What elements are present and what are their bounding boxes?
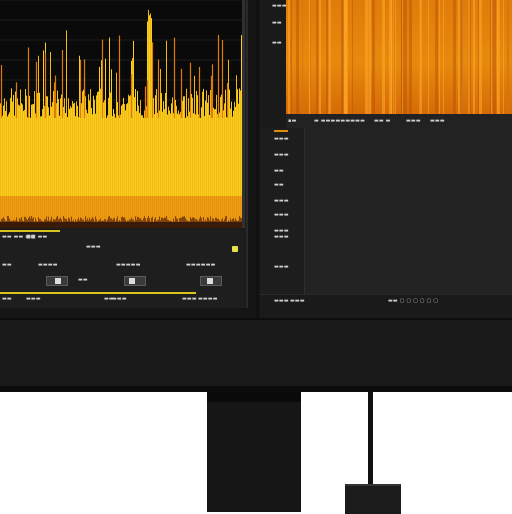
monitor-stand	[207, 392, 301, 512]
pane-divider[interactable]	[256, 0, 259, 318]
spectrogram-streak	[319, 0, 321, 114]
spectrogram-streak	[479, 0, 482, 114]
side-item-top1[interactable]: ▬▬▬	[272, 3, 287, 9]
ctl-row1-b: ■■ ▬▬	[26, 234, 48, 240]
list-item-8[interactable]: ▬▬▬	[274, 234, 289, 240]
list-accent	[274, 130, 288, 132]
spectrogram-streak	[296, 0, 299, 114]
spectrogram-streak	[394, 0, 395, 114]
knob-1[interactable]	[46, 276, 68, 286]
progress-line	[0, 292, 196, 294]
spectrogram-streak	[302, 0, 303, 114]
list-item-3[interactable]: ▬▬	[274, 168, 284, 174]
spectrogram-toolbar: ▪▬ ▬ ▬▬▬▬▬▬▬▬▬ ▬▬ ▬ ▬▬▬ ▬▬▬	[286, 114, 512, 128]
knob-3[interactable]	[200, 276, 222, 286]
status-bar: ▬▬▬ ▬▬▬ ▬▬ ▢ ▢ ▢ ▢ ▢ ▢	[260, 294, 512, 309]
waveform-graph	[0, 0, 242, 228]
list-item-2[interactable]: ▬▬▬	[274, 152, 289, 158]
spectrogram-streak	[409, 0, 412, 114]
spectrogram-streak	[368, 0, 371, 114]
spectrogram-panel: ▬▬▬ ▬▬ ▬▬ ▪▬ ▬ ▬▬▬▬▬▬▬▬▬ ▬▬ ▬ ▬▬▬ ▬▬▬ ▬▬…	[260, 0, 512, 318]
waveform-controls: ▬▬ ▬▬ ▬▬ ■■ ▬▬ ▬▬▬ ▬▬ ▬▬▬▬ ▬▬▬▬▬ ▬▬▬▬▬▬ …	[0, 230, 244, 308]
monitor: ▬▬ ▬▬ ▬▬ ■■ ▬▬ ▬▬▬ ▬▬ ▬▬▬▬ ▬▬▬▬▬ ▬▬▬▬▬▬ …	[0, 0, 512, 392]
spectrogram-streak	[493, 0, 496, 114]
side-item-top3[interactable]: ▬▬	[272, 40, 282, 46]
spectrogram-streak	[382, 0, 385, 114]
tb-a[interactable]: ▪▬	[288, 118, 297, 124]
list-item-9[interactable]: ▬▬▬	[274, 264, 289, 270]
knob-1-value: ▬▬	[78, 277, 88, 283]
property-list: ▬▬▬ ▬▬▬ ▬▬ ▬▬ ▬▬▬ ▬▬▬ ▬▬▬ ▬▬▬ ▬▬▬	[260, 128, 512, 310]
cable	[368, 392, 373, 488]
ctl-label-left: ▬▬	[2, 262, 12, 268]
waveform-panel: ▬▬ ▬▬ ▬▬ ■■ ▬▬ ▬▬▬ ▬▬ ▬▬▬▬ ▬▬▬▬▬ ▬▬▬▬▬▬ …	[0, 0, 248, 308]
footer-f: ▬▬▬▬	[198, 296, 218, 302]
tb-e[interactable]: ▬▬▬	[430, 118, 445, 124]
ctl-row1-c: ▬▬▬	[86, 244, 101, 250]
spectrogram-streak	[402, 0, 403, 114]
spectrogram-streak	[491, 0, 492, 114]
spectrogram-view[interactable]	[286, 0, 512, 114]
list-item-4[interactable]: ▬▬	[274, 182, 284, 188]
footer-a: ▬▬	[2, 296, 12, 302]
screen: ▬▬ ▬▬ ▬▬ ■■ ▬▬ ▬▬▬ ▬▬ ▬▬▬▬ ▬▬▬▬▬ ▬▬▬▬▬▬ …	[0, 0, 512, 318]
spectrogram-streak	[439, 0, 440, 114]
monitor-chin	[0, 318, 512, 390]
status-left: ▬▬▬	[274, 298, 289, 304]
spectrogram-streak	[419, 0, 422, 114]
tb-b[interactable]: ▬ ▬▬▬▬▬▬▬▬▬	[314, 118, 365, 124]
waveform-floor	[0, 222, 242, 228]
spectrogram-streak	[341, 0, 344, 114]
scroll-indicator[interactable]	[0, 230, 60, 232]
status-led	[232, 246, 238, 252]
spectrogram-streak	[497, 0, 498, 114]
tb-c[interactable]: ▬▬ ▬	[374, 118, 391, 124]
tb-d[interactable]: ▬▬▬	[406, 118, 421, 124]
footer-d: ▬▬▬	[112, 296, 127, 302]
ctl-label-2: ▬▬▬▬▬	[116, 262, 141, 268]
knob-2[interactable]	[124, 276, 146, 286]
list-item-5[interactable]: ▬▬▬	[274, 198, 289, 204]
footer-e: ▬▬▬	[182, 296, 197, 302]
waveform-view[interactable]	[0, 0, 245, 228]
spectrogram-streak	[328, 0, 331, 114]
spectrogram-streak	[507, 0, 509, 114]
spectrogram-streak	[316, 0, 319, 114]
spectrogram-streak	[458, 0, 460, 114]
side-item-top2[interactable]: ▬▬	[272, 20, 282, 26]
spectrogram-streak	[290, 0, 292, 114]
ctl-label-3: ▬▬▬▬▬▬	[186, 262, 216, 268]
spectrogram-streak	[468, 0, 470, 114]
spectrogram-streak	[372, 0, 375, 114]
spectrogram-streak	[404, 0, 407, 114]
waveform-low-band	[0, 196, 242, 222]
list-item-1[interactable]: ▬▬▬	[274, 136, 289, 142]
spectrogram-streak	[310, 0, 311, 114]
spectrogram-streak	[352, 0, 353, 114]
spectrogram-streak	[460, 0, 463, 114]
spectrogram-streak	[391, 0, 392, 114]
status-right[interactable]: ▬▬ ▢ ▢ ▢ ▢ ▢ ▢	[388, 298, 438, 304]
ctl-label-1: ▬▬▬▬	[38, 262, 58, 268]
spectrogram-streak	[428, 0, 429, 114]
spectrogram-streak	[443, 0, 444, 114]
spectrogram-streak	[345, 0, 348, 114]
spectrogram-streak	[473, 0, 475, 114]
spectrogram-streak	[503, 0, 504, 114]
detail-area	[304, 128, 512, 298]
stand-base	[345, 484, 401, 514]
stand-shadow	[207, 392, 301, 402]
footer-b: ▬▬▬	[26, 296, 41, 302]
spectrogram-streak	[435, 0, 438, 114]
status-left-2: ▬▬▬	[290, 298, 305, 304]
spectrogram-streak	[453, 0, 456, 114]
list-item-6[interactable]: ▬▬▬	[274, 212, 289, 218]
